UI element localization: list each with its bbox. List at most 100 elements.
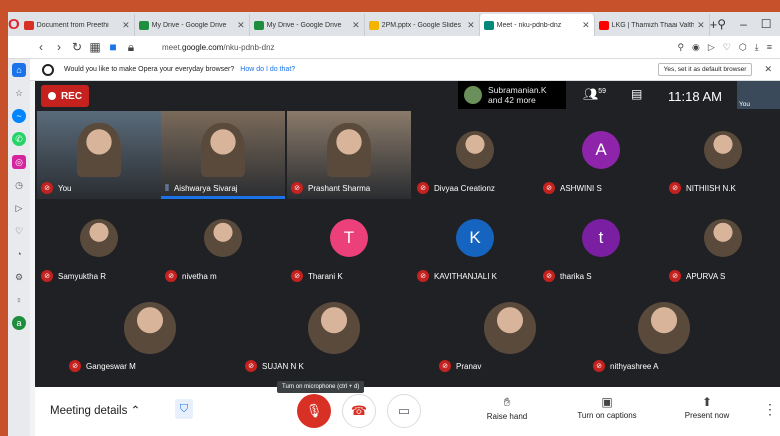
browser-tab[interactable]: My Drive - Google Drive ✕ bbox=[250, 14, 365, 36]
participant-avatar: K bbox=[456, 218, 494, 257]
close-tab-icon[interactable]: ✕ bbox=[467, 20, 475, 31]
camera-button[interactable]: ▭ bbox=[387, 394, 421, 428]
search-icon[interactable]: ⚲ bbox=[677, 42, 684, 53]
download-icon[interactable]: ⤓ bbox=[755, 42, 759, 53]
minimize-icon[interactable]: – bbox=[740, 17, 747, 31]
lock-icon[interactable]: 🔒︎ bbox=[122, 40, 140, 55]
participant-label: ⊘ KAVITHANJALI K bbox=[417, 270, 497, 282]
search-tabs-icon[interactable]: ⚲ bbox=[717, 17, 726, 31]
forward-icon[interactable]: › bbox=[50, 40, 68, 54]
browser-tab[interactable]: 2PM.pptx - Google Slides ✕ bbox=[365, 14, 480, 36]
new-tab-icon[interactable]: + bbox=[710, 14, 718, 36]
captions-icon: ▣ bbox=[601, 395, 613, 409]
self-view-thumbnail[interactable]: You bbox=[737, 81, 780, 109]
infobar-help-link[interactable]: How do I do that? bbox=[240, 66, 295, 73]
recording-badge: REC bbox=[41, 85, 89, 107]
heart-icon[interactable]: ♡ bbox=[723, 42, 731, 53]
mic-muted-icon: ⊘ bbox=[593, 360, 605, 372]
close-infobar-icon[interactable]: ✕ bbox=[764, 64, 772, 75]
more-options-icon[interactable]: ⋮ bbox=[763, 401, 777, 418]
tab-bar: O Document from Preethi ✕ My Drive - Googl… bbox=[8, 12, 780, 36]
settings-icon[interactable]: ⚙ bbox=[12, 270, 26, 284]
url-field[interactable]: meet.google.com/nku-pdnb-dnz bbox=[162, 43, 275, 52]
participant-tile[interactable]: ⊘ You bbox=[37, 111, 161, 199]
participant-tile[interactable]: ⊘ Pranav bbox=[435, 289, 585, 377]
back-icon[interactable]: ‹ bbox=[32, 40, 50, 54]
participant-tile[interactable]: ⦀ Aishwarya Sivaraj bbox=[161, 111, 285, 199]
set-default-button[interactable]: Yes, set it as default browser bbox=[657, 63, 753, 76]
people-icon: 👥︎ bbox=[583, 87, 599, 101]
send-sidebar-icon[interactable]: ▷ bbox=[12, 201, 26, 215]
participant-name: NITHIISH N.K bbox=[686, 183, 736, 193]
mic-muted-icon: ⊘ bbox=[417, 270, 429, 282]
participant-name: Pranav bbox=[456, 361, 482, 371]
participant-tile[interactable]: ⊘ APURVA S bbox=[665, 199, 780, 287]
mic-off-icon: 🎙︎ bbox=[305, 403, 323, 418]
lightbulb-icon[interactable]: ♀ bbox=[12, 293, 26, 307]
chat-icon[interactable]: ▤ bbox=[631, 87, 642, 101]
participant-tile[interactable]: ⊘ nivetha m bbox=[161, 199, 285, 287]
participant-tile[interactable]: A ⊘ ASHWINI S bbox=[539, 111, 663, 199]
participant-name: APURVA S bbox=[686, 271, 726, 281]
participant-tile[interactable]: ⊘ Samyuktha R bbox=[37, 199, 161, 287]
whatsapp-icon[interactable]: ✆ bbox=[12, 132, 26, 146]
meeting-clock: 11:18 AM bbox=[668, 89, 722, 104]
participant-tile[interactable]: ⊘ nithyashree A bbox=[589, 289, 739, 377]
present-label: Present now bbox=[684, 411, 730, 420]
menu-icon[interactable]: ≡ bbox=[767, 42, 772, 53]
participant-tile[interactable]: T ⊘ Tharani K bbox=[287, 199, 411, 287]
leave-call-button[interactable]: ☎ bbox=[342, 394, 376, 428]
star-icon[interactable]: ☆ bbox=[12, 86, 26, 100]
reload-icon[interactable]: ↻ bbox=[68, 40, 86, 54]
participant-name: Divyaa Creationz bbox=[434, 183, 495, 193]
recording-label: REC bbox=[60, 90, 83, 102]
messenger-icon[interactable]: ~ bbox=[12, 109, 26, 123]
close-tab-icon[interactable]: ✕ bbox=[582, 20, 590, 31]
participant-tile[interactable]: ⊘ Divyaa Creationz bbox=[413, 111, 537, 199]
participant-tile[interactable]: ⊘ Gangeswar M bbox=[65, 289, 235, 377]
participant-label: ⊘ Samyuktha R bbox=[41, 270, 106, 282]
cube-icon[interactable]: ⬡ bbox=[739, 42, 747, 53]
mic-muted-icon: ⊘ bbox=[439, 360, 451, 372]
send-icon[interactable]: ▷ bbox=[708, 42, 715, 53]
snapshot-icon[interactable]: ◉ bbox=[692, 42, 700, 53]
participant-tile[interactable]: ⊘ SUJAN N K bbox=[241, 289, 426, 377]
mic-muted-icon: ⊘ bbox=[669, 270, 681, 282]
tab-title: Meet - nku-pdnb-dnz bbox=[496, 21, 562, 29]
mic-muted-icon: ⊘ bbox=[669, 182, 681, 194]
meeting-details-button[interactable]: Meeting details ⌃ bbox=[50, 403, 140, 417]
history-icon[interactable]: ◔ bbox=[12, 247, 26, 261]
participant-label: ⊘ Tharani K bbox=[291, 270, 343, 282]
home-icon[interactable]: ⌂ bbox=[12, 63, 26, 77]
browser-tab[interactable]: LKG | Thamizh Thaai Valth ✕ bbox=[595, 14, 710, 36]
browser-tab[interactable]: My Drive - Google Drive ✕ bbox=[135, 14, 250, 36]
participant-tile[interactable]: ⊘ NITHIISH N.K bbox=[665, 111, 780, 199]
participant-grid: ⊘ You ⦀ Aishwarya Sivaraj ⊘ Prashant Sharma ⊘ D… bbox=[35, 111, 780, 383]
player-icon[interactable]: ◷ bbox=[12, 178, 26, 192]
maximize-icon[interactable]: ☐ bbox=[761, 17, 772, 31]
security-shield-icon[interactable]: ⛉ bbox=[175, 399, 193, 419]
participant-tile[interactable]: K ⊘ KAVITHANJALI K bbox=[413, 199, 537, 287]
presenter-indicator[interactable]: Subramanian.K and 42 more bbox=[458, 81, 566, 109]
opera-menu-icon[interactable]: O bbox=[8, 12, 20, 36]
close-tab-icon[interactable]: ✕ bbox=[352, 20, 360, 31]
present-now-button[interactable]: ⬆ Present now bbox=[672, 395, 742, 420]
participant-name: ASHWINI S bbox=[560, 183, 602, 193]
close-tab-icon[interactable]: ✕ bbox=[237, 20, 245, 31]
people-button[interactable]: 👥︎59 bbox=[583, 87, 606, 101]
participant-tile[interactable]: t ⊘ tharika S bbox=[539, 199, 663, 287]
instagram-icon[interactable]: ◎ bbox=[12, 155, 26, 169]
captions-button[interactable]: ▣ Turn on captions bbox=[572, 395, 642, 420]
speed-dial-icon[interactable]: ▦ bbox=[86, 40, 104, 54]
browser-tab[interactable]: Document from Preethi ✕ bbox=[20, 14, 135, 36]
raise-hand-button[interactable]: ✋︎ Raise hand bbox=[472, 395, 542, 421]
close-tab-icon[interactable]: ✕ bbox=[697, 20, 705, 31]
browser-tab[interactable]: Meet - nku-pdnb-dnz ✕ bbox=[479, 14, 595, 36]
infobar-text: Would you like to make Opera your everyd… bbox=[64, 66, 235, 73]
heart-sidebar-icon[interactable]: ♡ bbox=[12, 224, 26, 238]
microphone-button[interactable]: 🎙︎ bbox=[297, 394, 331, 428]
close-tab-icon[interactable]: ✕ bbox=[122, 20, 130, 31]
participant-tile[interactable]: ⊘ Prashant Sharma bbox=[287, 111, 411, 199]
record-dot-icon bbox=[47, 92, 56, 100]
account-icon[interactable]: a bbox=[12, 316, 26, 330]
